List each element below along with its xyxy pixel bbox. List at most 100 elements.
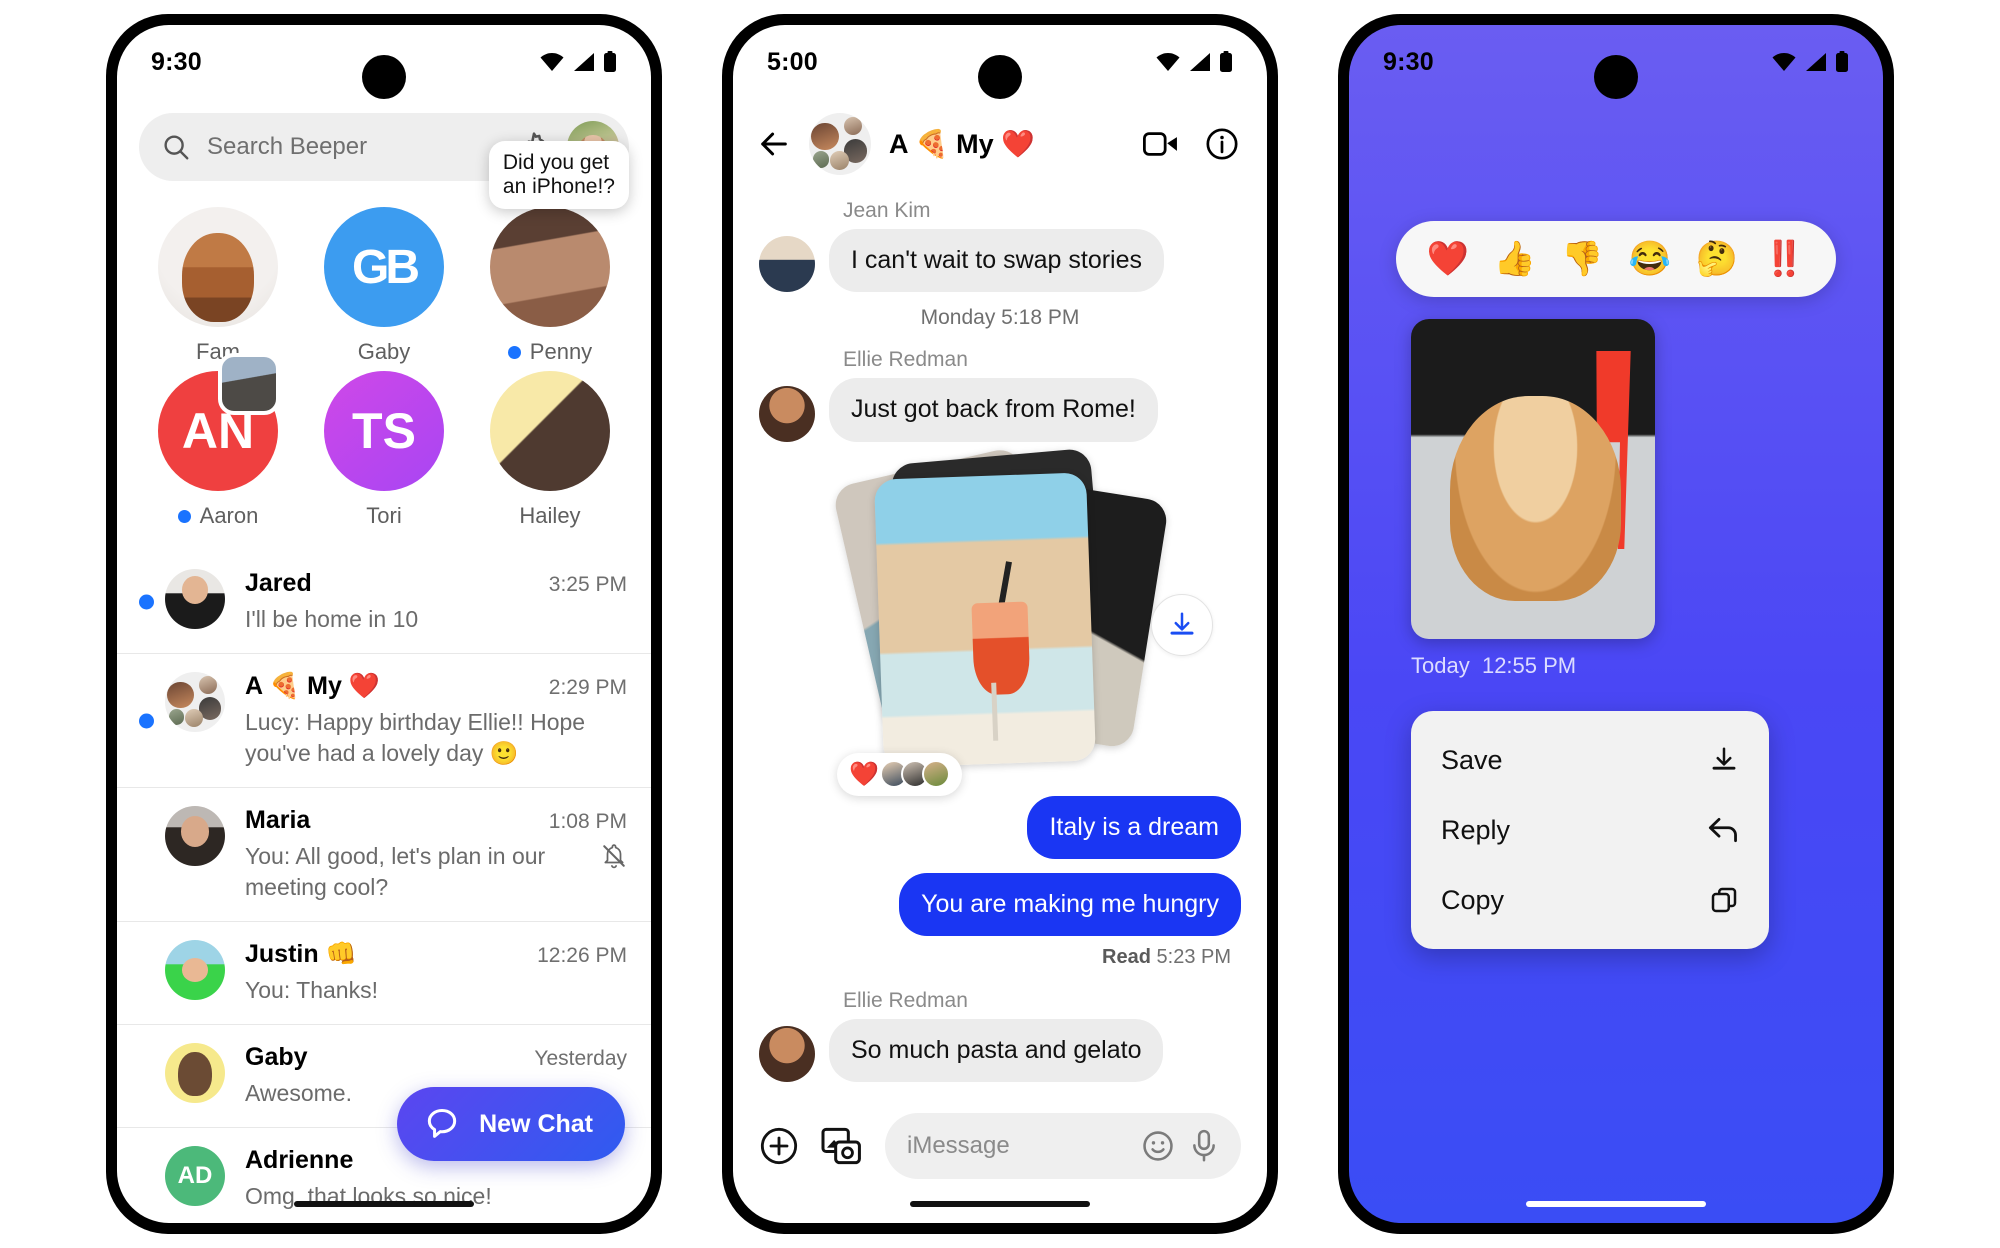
microphone-icon[interactable] [1189,1129,1219,1163]
download-button[interactable] [1151,593,1213,656]
pinned-avatar: GB [324,207,444,327]
dog-shape [1450,395,1621,601]
copy-icon [1711,887,1737,913]
new-chat-button[interactable]: New Chat [397,1087,625,1161]
reaction-exclamation-icon[interactable]: ‼️ [1763,239,1805,279]
home-indicator [294,1201,474,1207]
pinned-label: Gaby [358,339,411,365]
pinned-chat-penny[interactable]: Did you get an iPhone!? Penny [467,141,633,365]
home-indicator [1526,1201,1706,1207]
avatar [165,806,225,867]
status-icons [539,51,617,73]
message-bubble[interactable]: Just got back from Rome! [829,378,1158,442]
conversation-title[interactable]: A 🍕 My ❤️ [889,128,1035,160]
cellular-icon [1806,53,1826,71]
reaction-thumbs-down-icon[interactable]: 👎 [1561,239,1603,279]
pinned-name: Aaron [199,503,259,528]
screen-conversation: 5:00 A 🍕 My ❤️ Jean Kim I can't wait to … [733,25,1267,1223]
message-bubble[interactable]: So much pasta and gelato [829,1019,1164,1083]
message-bubble[interactable]: Italy is a dream [1027,795,1241,859]
message-photo[interactable] [1411,319,1655,639]
conversation-row-group[interactable]: A 🍕 My ❤️ 2:29 PM Lucy: Happy birthday E… [117,653,651,787]
reaction-picker-bar[interactable]: ❤️ 👍 👎 😂 🤔 ‼️ [1396,221,1836,297]
photo-camera-icon[interactable] [821,1127,863,1165]
avatar-initials: AD [177,1162,213,1190]
menu-item-copy[interactable]: Copy [1411,865,1769,935]
unread-dot [507,345,521,359]
menu-item-label: Reply [1441,814,1511,845]
screen-chat-list: 9:30 Search Beeper Fam GB Gaby Did you g… [117,25,651,1223]
conversation-row-jared[interactable]: Jared 3:25 PM I'll be home in 10 [117,551,651,653]
info-icon[interactable] [1205,127,1239,161]
avatar [759,1026,815,1083]
message-input[interactable]: iMessage [885,1113,1241,1179]
pinned-name: Gaby [357,339,411,364]
status-icons [1155,51,1233,73]
status-bar: 5:00 [733,25,1267,99]
photo-attachment-stack[interactable]: ❤️ [831,445,1241,796]
day-timestamp: Monday 5:18 PM [920,306,1080,330]
new-chat-label: New Chat [479,1109,593,1138]
reaction-heart-icon[interactable]: ❤️ [1426,239,1468,279]
photo-thumbnail-front [874,471,1096,768]
conversation-name: Gaby [245,1043,308,1072]
message-row-out: You are making me hungry [759,872,1241,936]
read-receipt: Read 5:23 PM [759,946,1231,969]
battery-icon [1220,51,1232,72]
message-row-out: Italy is a dream [759,795,1241,859]
avatar [759,236,815,293]
conversation-time: 3:25 PM [548,573,627,596]
message-input-placeholder[interactable]: iMessage [907,1132,1127,1160]
message-sender: Jean Kim [843,199,931,222]
pinned-chat-fam[interactable]: Fam [135,207,301,365]
unread-dot [139,713,154,729]
reaction-pill[interactable]: ❤️ [837,752,962,796]
camera-punch-hole [1594,55,1638,99]
message-bubble[interactable]: You are making me hungry [899,872,1241,936]
group-avatar[interactable] [809,113,871,175]
pinned-chat-tori[interactable]: TS Tori [301,371,467,529]
wifi-icon [1156,53,1180,71]
avatar [759,385,815,442]
emoji-smiley-icon[interactable] [1141,1129,1175,1163]
conversation-header: A 🍕 My ❤️ [733,99,1267,193]
phones-stage: 9:30 Search Beeper Fam GB Gaby Did you g… [0,0,2000,1248]
chat-bubble-icon [427,1109,457,1138]
pinned-chat-gaby[interactable]: GB Gaby [301,207,467,365]
reaction-laugh-icon[interactable]: 😂 [1628,239,1670,279]
pinned-avatar [490,371,610,491]
battery-icon [1836,51,1848,72]
message-row-in: I can't wait to swap stories [759,229,1241,293]
pinned-name: Penny [529,339,593,364]
unread-dot [139,594,154,610]
wifi-icon [540,53,564,71]
plus-circle-icon[interactable] [759,1126,799,1166]
header-actions [1143,127,1239,161]
screen-reactions: 9:30 ❤️ 👍 👎 😂 🤔 ‼️ Today 12:55 PM Save R… [1349,25,1883,1223]
avatar [165,1043,225,1104]
pinned-chat-hailey[interactable]: Hailey [467,371,633,529]
timestamp-day: Today [1411,653,1470,678]
menu-item-save[interactable]: Save [1411,725,1769,795]
menu-item-label: Copy [1441,884,1505,915]
video-camera-icon[interactable] [1143,129,1179,159]
conversation-name: Jared [245,569,312,597]
conversation-row-maria[interactable]: Maria 1:08 PM You: All good, let's plan … [117,787,651,921]
mute-bell-icon [603,844,625,869]
menu-item-reply[interactable]: Reply [1411,795,1769,865]
pinned-chat-aaron[interactable]: AN Aaron [135,353,301,529]
status-icons [1771,51,1849,73]
attachment-thumbnail [218,353,280,415]
preview-bubble: Did you get an iPhone!? [488,141,629,210]
status-time: 9:30 [151,47,202,76]
reply-arrow-icon [1708,817,1737,843]
message-list: Jean Kim I can't wait to swap stories Mo… [733,193,1267,1083]
back-arrow-icon[interactable] [757,127,791,161]
reaction-thinking-icon[interactable]: 🤔 [1696,239,1738,279]
message-composer: iMessage [733,1113,1267,1179]
conversation-name: Adrienne [245,1146,354,1175]
reaction-thumbs-up-icon[interactable]: 👍 [1494,239,1536,279]
conversation-row-justin[interactable]: Justin 👊 12:26 PM You: Thanks! [117,921,651,1024]
message-bubble[interactable]: I can't wait to swap stories [829,229,1165,293]
search-input[interactable]: Search Beeper [207,133,501,161]
